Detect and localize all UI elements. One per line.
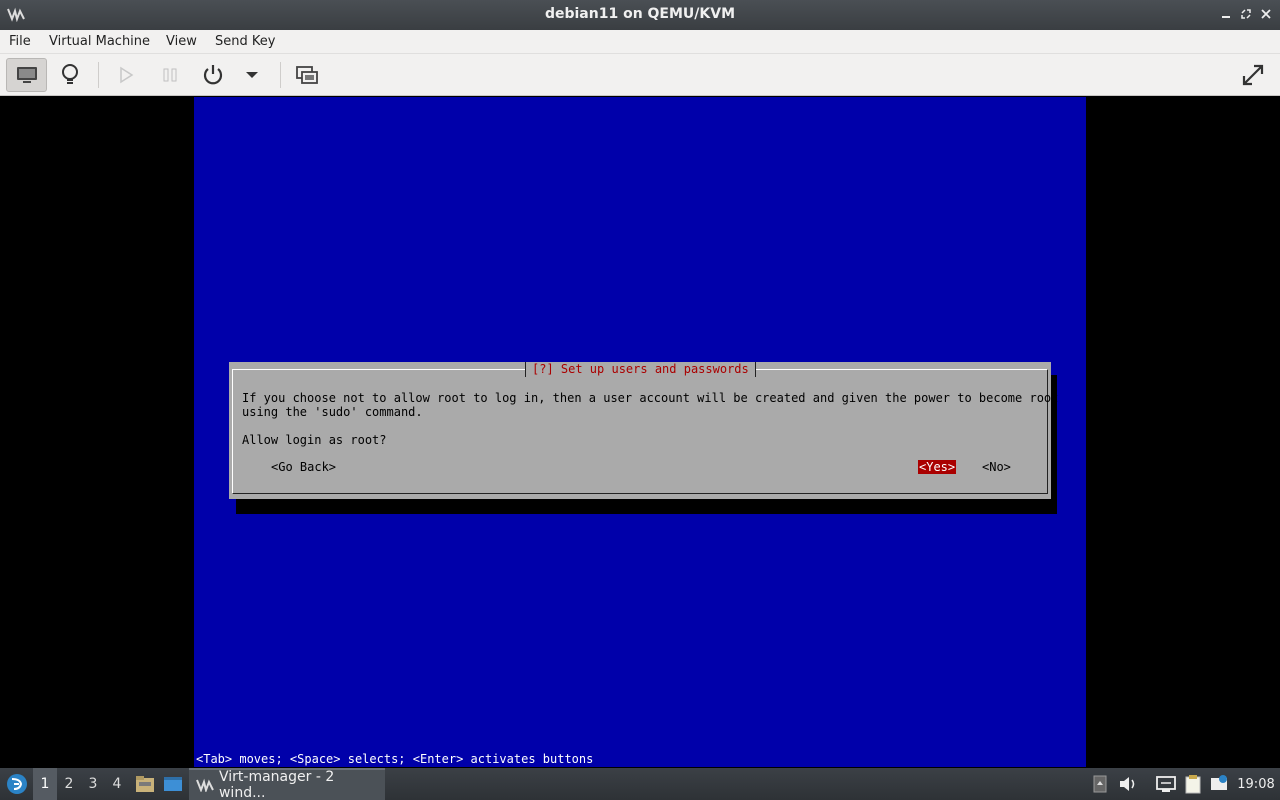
dialog-frame [232, 369, 1048, 494]
tray-expand-icon [1093, 775, 1107, 793]
window-titlebar: debian11 on QEMU/KVM [0, 0, 1280, 30]
menu-send-key[interactable]: Send Key [215, 34, 275, 49]
dialog-question: Allow login as root? [242, 433, 387, 447]
window-title: debian11 on QEMU/KVM [544, 6, 736, 22]
dialog-text-line-1: If you choose not to allow root to log i… [242, 391, 1059, 405]
no-button[interactable]: <No> [982, 460, 1011, 474]
lightbulb-icon [62, 64, 78, 84]
clipboard-button[interactable] [1181, 768, 1205, 800]
dialog-title: [?] Set up users and passwords [525, 362, 756, 377]
virt-manager-icon [196, 778, 214, 792]
minimize-button[interactable] [1216, 5, 1236, 25]
file-manager-launcher[interactable] [133, 768, 157, 800]
dialog-text-line-2: using the 'sudo' command. [242, 405, 423, 419]
updates-button[interactable] [1207, 768, 1231, 800]
show-desktop-button[interactable] [161, 768, 185, 800]
toolbar-separator [98, 62, 99, 88]
desktop-1-button[interactable]: 1 [33, 768, 57, 800]
taskbar: 1 2 3 4 Virt-manager - 2 wind... 19:08 [0, 768, 1280, 800]
start-menu-icon [7, 774, 27, 794]
network-button[interactable] [1154, 768, 1178, 800]
details-view-button[interactable] [52, 58, 88, 92]
yes-button[interactable]: <Yes> [918, 460, 957, 474]
installer-dialog: [?] Set up users and passwords If you ch… [229, 362, 1058, 499]
menu-bar: File Virtual Machine View Send Key [0, 30, 1280, 54]
console-view-button[interactable] [6, 58, 47, 92]
speaker-icon [1120, 777, 1135, 791]
monitor-icon [16, 67, 37, 83]
start-menu-button[interactable] [3, 768, 31, 800]
desktop-3-button[interactable]: 3 [81, 768, 105, 800]
chevron-down-icon [246, 72, 258, 78]
fullscreen-button[interactable] [1234, 58, 1272, 92]
shutdown-menu-button[interactable] [240, 58, 264, 92]
power-icon [203, 65, 223, 85]
taskbar-task-virt-manager[interactable]: Virt-manager - 2 wind... [189, 768, 385, 800]
shutdown-button[interactable] [196, 58, 230, 92]
desktop-icon [164, 777, 182, 791]
tray-scroll-button[interactable] [1090, 768, 1110, 800]
menu-view[interactable]: View [166, 34, 197, 49]
close-button[interactable] [1256, 5, 1276, 25]
snapshots-button[interactable] [290, 58, 324, 92]
fullscreen-icon [1242, 64, 1264, 86]
desktop-4-button[interactable]: 4 [105, 768, 129, 800]
clipboard-icon [1185, 775, 1201, 794]
clock[interactable]: 19:08 [1234, 768, 1278, 800]
pause-button[interactable] [154, 58, 186, 92]
pause-icon [163, 68, 177, 82]
network-icon [1156, 776, 1176, 792]
menu-file[interactable]: File [9, 34, 31, 49]
menu-virtual-machine[interactable]: Virtual Machine [49, 34, 150, 49]
play-icon [120, 66, 134, 84]
run-button[interactable] [110, 58, 142, 92]
update-notifier-icon [1211, 775, 1227, 790]
go-back-button[interactable]: <Go Back> [271, 460, 336, 474]
desktop-2-button[interactable]: 2 [57, 768, 81, 800]
volume-button[interactable] [1116, 768, 1140, 800]
toolbar [0, 54, 1280, 96]
toolbar-separator [280, 62, 281, 88]
task-label: Virt-manager - 2 wind... [218, 769, 335, 800]
installer-help-line: <Tab> moves; <Space> selects; <Enter> ac… [196, 752, 594, 766]
file-manager-icon [136, 776, 154, 792]
snapshots-icon [296, 66, 318, 84]
maximize-button[interactable] [1236, 5, 1256, 25]
